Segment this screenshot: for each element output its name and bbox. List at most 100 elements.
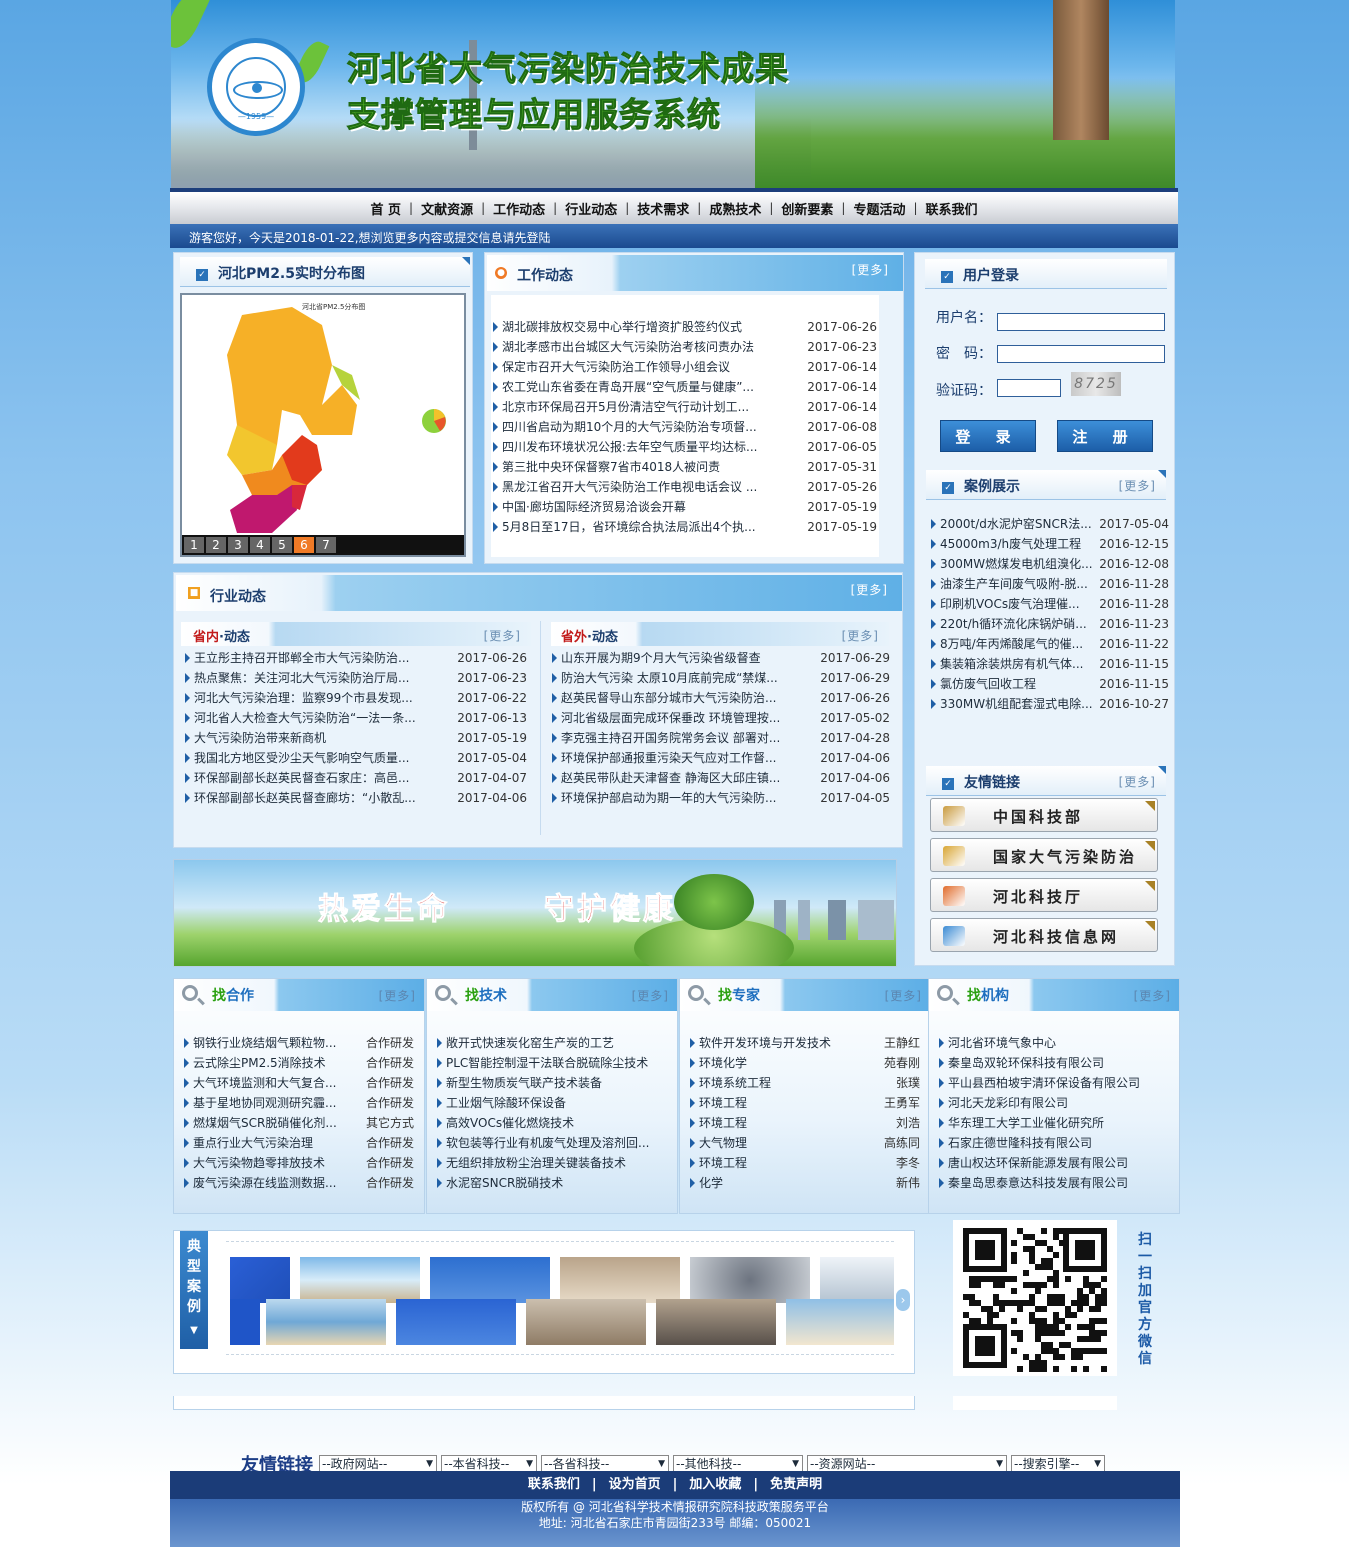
item-title[interactable]: 环境保护部通报重污染天气应对工作督... [561, 748, 820, 768]
list-item[interactable]: 水泥窑SNCR脱硝技术 [437, 1173, 667, 1193]
item-title[interactable]: 印刷机VOCs废气治理催... [940, 594, 1099, 614]
list-item[interactable]: 2000t/d水泥炉窑SNCR法... 2017-05-04 [931, 514, 1169, 534]
item-title[interactable]: 基于星地协同观测研究霾... [193, 1093, 360, 1113]
list-item[interactable]: 环境工程 王勇军 [690, 1093, 920, 1113]
footer-nav-link[interactable]: 加入收藏 [689, 1477, 741, 1492]
nav-item[interactable]: 创新要素 [773, 199, 841, 218]
list-item[interactable]: 唐山权达环保新能源发展有限公司 [939, 1153, 1169, 1173]
map-page-button[interactable]: 1 [184, 537, 204, 553]
item-title[interactable]: 化学 [699, 1173, 890, 1193]
list-item[interactable]: 赵英民带队赴天津督查 静海区大邱庄镇... 2017-04-06 [552, 768, 890, 788]
institute-logo[interactable]: —1959— [207, 38, 305, 136]
item-title[interactable]: 燃煤烟气SCR脱硝催化剂... [193, 1113, 360, 1133]
list-item[interactable]: 燃煤烟气SCR脱硝催化剂... 其它方式 [184, 1113, 414, 1133]
item-title[interactable]: 中国·廊坊国际经济贸易洽谈会开幕 [502, 497, 807, 517]
map-page-button[interactable]: 5 [272, 537, 292, 553]
item-title[interactable]: 环境工程 [699, 1093, 878, 1113]
list-item[interactable]: 河北大气污染治理：监察99个市县发现... 2017-06-22 [185, 688, 527, 708]
list-item[interactable]: 环境工程 李冬 [690, 1153, 920, 1173]
item-title[interactable]: 环境工程 [699, 1113, 890, 1133]
item-title[interactable]: 钢铁行业烧结烟气颗粒物... [193, 1033, 360, 1053]
list-item[interactable]: 氯仿废气回收工程 2016-11-15 [931, 674, 1169, 694]
list-item[interactable]: 北京市环保局召开5月份清洁空气行动计划工... 2017-06-14 [493, 397, 877, 417]
list-item[interactable]: 环保部副部长赵英民督查石家庄：高邑... 2017-04-07 [185, 768, 527, 788]
list-item[interactable]: 黑龙江省召开大气污染防治工作电视电话会议 ... 2017-05-26 [493, 477, 877, 497]
list-item[interactable]: 云式除尘PM2.5消除技术 合作研发 [184, 1053, 414, 1073]
industry-news-more[interactable]: [更多] [851, 581, 888, 598]
gallery-thumb[interactable] [526, 1299, 646, 1345]
item-title[interactable]: 环境化学 [699, 1053, 878, 1073]
work-news-more[interactable]: [更多] [852, 261, 889, 278]
list-item[interactable]: 大气物理 高练同 [690, 1133, 920, 1153]
friend-links-more[interactable]: [更多] [1119, 773, 1156, 790]
nav-item[interactable]: 联系我们 [918, 199, 986, 218]
nav-item[interactable]: 行业动态 [557, 199, 625, 218]
item-title[interactable]: 45000m3/h废气处理工程 [940, 534, 1099, 554]
list-item[interactable]: 四川发布环境状况公报:去年空气质量平均达标... 2017-06-05 [493, 437, 877, 457]
item-title[interactable]: 大气污染物趋零排放技术 [193, 1153, 360, 1173]
item-title[interactable]: 河北省级层面完成环保垂改 环境管理按... [561, 708, 820, 728]
list-item[interactable]: 环保部副部长赵英民督查廊坊：“小散乱... 2017-04-06 [185, 788, 527, 808]
list-item[interactable]: 大气污染物趋零排放技术 合作研发 [184, 1153, 414, 1173]
list-item[interactable]: 印刷机VOCs废气治理催... 2016-11-28 [931, 594, 1169, 614]
item-title[interactable]: 王立彤主持召开邯郸全市大气污染防治... [194, 648, 457, 668]
footer-nav-link[interactable]: 设为首页 [609, 1477, 661, 1492]
list-item[interactable]: 河北省级层面完成环保垂改 环境管理按... 2017-05-02 [552, 708, 890, 728]
list-item[interactable]: 5月8日至17日，省环境综合执法局派出4个执... 2017-05-19 [493, 517, 877, 537]
list-item[interactable]: 新型生物质炭气联产技术装备 [437, 1073, 667, 1093]
list-item[interactable]: 我国北方地区受沙尘天气影响空气质量... 2017-05-04 [185, 748, 527, 768]
item-title[interactable]: 唐山权达环保新能源发展有限公司 [948, 1153, 1169, 1173]
nav-item[interactable]: 专题活动 [845, 199, 913, 218]
list-item[interactable]: 环境保护部通报重污染天气应对工作督... 2017-04-06 [552, 748, 890, 768]
item-title[interactable]: 8万吨/年丙烯酸尾气的催... [940, 634, 1099, 654]
item-title[interactable]: 云式除尘PM2.5消除技术 [193, 1053, 360, 1073]
item-title[interactable]: 2000t/d水泥炉窑SNCR法... [940, 514, 1099, 534]
item-title[interactable]: 220t/h循环流化床锅炉硝... [940, 614, 1099, 634]
list-item[interactable]: 集装箱涂装烘房有机气体... 2016-11-15 [931, 654, 1169, 674]
item-title[interactable]: 新型生物质炭气联产技术装备 [446, 1073, 667, 1093]
item-title[interactable]: 山东开展为期9个月大气污染省级督查 [561, 648, 820, 668]
item-title[interactable]: 湖北碳排放权交易中心举行增资扩股签约仪式 [502, 317, 807, 337]
list-item[interactable]: 330MW机组配套湿式电除... 2016-10-27 [931, 694, 1169, 714]
item-title[interactable]: 四川省启动为期10个月的大气污染防治专项督... [502, 417, 807, 437]
map-page-button[interactable]: 3 [228, 537, 248, 553]
list-item[interactable]: 河北天龙彩印有限公司 [939, 1093, 1169, 1113]
item-title[interactable]: 油漆生产车间废气吸附-脱... [940, 574, 1099, 594]
item-title[interactable]: PLC智能控制湿干法联合脱硫除尘技术 [446, 1053, 667, 1073]
gallery-thumb[interactable] [690, 1257, 810, 1303]
list-item[interactable]: 大气环境监测和大气复合... 合作研发 [184, 1073, 414, 1093]
item-title[interactable]: 环境保护部启动为期一年的大气污染防... [561, 788, 820, 808]
item-title[interactable]: 河北省环境气象中心 [948, 1033, 1169, 1053]
nav-item[interactable]: 首 页 [362, 199, 409, 218]
list-item[interactable]: 王立彤主持召开邯郸全市大气污染防治... 2017-06-26 [185, 648, 527, 668]
list-item[interactable]: 河北省人大检查大气污染防治“一法一条... 2017-06-13 [185, 708, 527, 728]
list-item[interactable]: 河北省环境气象中心 [939, 1033, 1169, 1053]
list-item[interactable]: 湖北碳排放权交易中心举行增资扩股签约仪式 2017-06-26 [493, 317, 877, 337]
list-item[interactable]: 环境保护部启动为期一年的大气污染防... 2017-04-05 [552, 788, 890, 808]
list-item[interactable]: 无组织排放粉尘治理关键装备技术 [437, 1153, 667, 1173]
list-item[interactable]: 平山县西柏坡宇清环保设备有限公司 [939, 1073, 1169, 1093]
list-item[interactable]: 工业烟气除酸环保设备 [437, 1093, 667, 1113]
find-more[interactable]: [更多] [379, 987, 416, 1004]
list-item[interactable]: 环境工程 刘浩 [690, 1113, 920, 1133]
item-title[interactable]: 黑龙江省召开大气污染防治工作电视电话会议 ... [502, 477, 807, 497]
list-item[interactable]: 山东开展为期9个月大气污染省级督查 2017-06-29 [552, 648, 890, 668]
item-title[interactable]: 华东理工大学工业催化研究所 [948, 1113, 1169, 1133]
map-page-button[interactable]: 4 [250, 537, 270, 553]
list-item[interactable]: 软包装等行业有机废气处理及溶剂回... [437, 1133, 667, 1153]
item-title[interactable]: 氯仿废气回收工程 [940, 674, 1099, 694]
gallery-thumb[interactable] [560, 1257, 680, 1303]
item-title[interactable]: 四川发布环境状况公报:去年空气质量平均达标... [502, 437, 807, 457]
gallery-thumb[interactable] [430, 1257, 550, 1303]
list-item[interactable]: 油漆生产车间废气吸附-脱... 2016-11-28 [931, 574, 1169, 594]
item-title[interactable]: 石家庄德世隆科技有限公司 [948, 1133, 1169, 1153]
item-title[interactable]: 防治大气污染 太原10月底前完成“禁煤... [561, 668, 820, 688]
list-item[interactable]: 重点行业大气污染治理 合作研发 [184, 1133, 414, 1153]
item-title[interactable]: 环境系统工程 [699, 1073, 890, 1093]
list-item[interactable]: 基于星地协同观测研究霾... 合作研发 [184, 1093, 414, 1113]
footer-nav-link[interactable]: 联系我们 [528, 1477, 580, 1492]
list-item[interactable]: 大气污染防治带来新商机 2017-05-19 [185, 728, 527, 748]
list-item[interactable]: 环境化学 苑春刚 [690, 1053, 920, 1073]
list-item[interactable]: 赵英民督导山东部分城市大气污染防治... 2017-06-26 [552, 688, 890, 708]
item-title[interactable]: 秦皇岛思泰意达科技发展有限公司 [948, 1173, 1169, 1193]
